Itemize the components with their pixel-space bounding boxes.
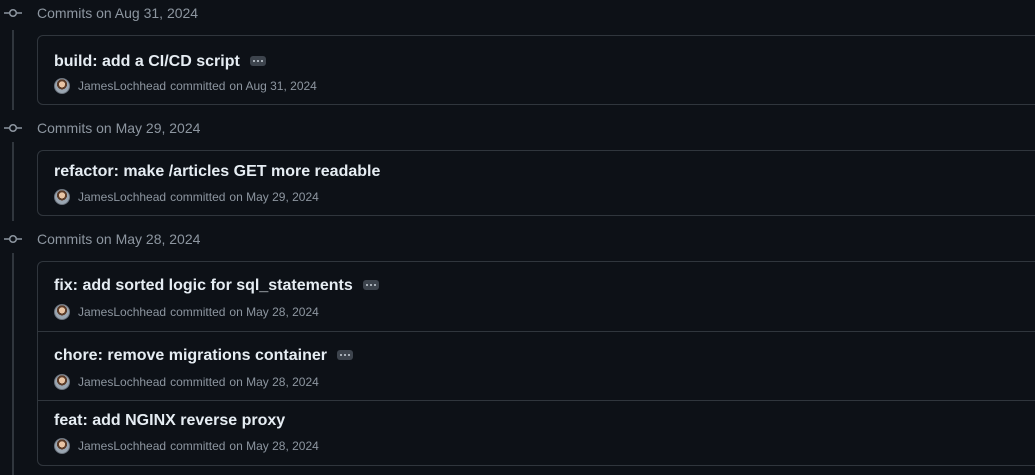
commit-date[interactable]: on May 28, 2024 — [229, 438, 318, 454]
commit-meta: JamesLochhead committed on May 28, 2024 — [54, 304, 319, 320]
git-commit-icon — [4, 234, 22, 244]
commit-list: refactor: make /articles GET more readab… — [37, 150, 1035, 216]
commit-row[interactable]: build: add a CI/CD script JamesLochhead … — [38, 36, 1035, 104]
timeline-line — [12, 142, 14, 221]
commit-date[interactable]: on May 29, 2024 — [229, 189, 318, 205]
commit-message-wrap: build: add a CI/CD script — [54, 52, 266, 72]
commit-message-wrap: feat: add NGINX reverse proxy — [54, 411, 285, 431]
avatar[interactable] — [54, 438, 70, 454]
commit-row[interactable]: fix: add sorted logic for sql_statements… — [38, 262, 1035, 331]
commit-timeline: Commits on Aug 31, 2024 build: add a CI/… — [0, 0, 1035, 475]
commit-meta: JamesLochhead committed on Aug 31, 2024 — [54, 78, 317, 94]
commit-row[interactable]: refactor: make /articles GET more readab… — [38, 151, 1035, 215]
commit-meta: JamesLochhead committed on May 28, 2024 — [54, 374, 319, 390]
commit-meta: JamesLochhead committed on May 28, 2024 — [54, 438, 319, 454]
commit-action: committed — [170, 190, 226, 204]
ellipsis-icon[interactable] — [362, 280, 379, 290]
commit-message-wrap: chore: remove migrations container — [54, 346, 353, 366]
timeline-line — [12, 253, 14, 475]
commit-message-link[interactable]: chore: remove migrations container — [54, 346, 327, 366]
commit-action: committed — [170, 305, 226, 319]
avatar[interactable] — [54, 304, 70, 320]
commit-message-wrap: refactor: make /articles GET more readab… — [54, 162, 380, 182]
avatar[interactable] — [54, 78, 70, 94]
ellipsis-icon[interactable] — [249, 56, 266, 66]
commit-date[interactable]: on Aug 31, 2024 — [229, 78, 316, 94]
timeline-line — [12, 30, 14, 110]
commit-group-title: Commits on Aug 31, 2024 — [37, 5, 199, 21]
commit-meta: JamesLochhead committed on May 29, 2024 — [54, 189, 319, 205]
commit-row[interactable]: feat: add NGINX reverse proxy JamesLochh… — [38, 400, 1035, 465]
commit-message-wrap: fix: add sorted logic for sql_statements — [54, 276, 379, 296]
avatar[interactable] — [54, 374, 70, 390]
author-link[interactable]: JamesLochhead — [78, 438, 166, 454]
commit-message-link[interactable]: refactor: make /articles GET more readab… — [54, 162, 380, 182]
commit-row[interactable]: chore: remove migrations container James… — [38, 331, 1035, 400]
commit-action: committed — [170, 79, 226, 93]
author-link[interactable]: JamesLochhead — [78, 374, 166, 390]
commit-list: fix: add sorted logic for sql_statements… — [37, 261, 1035, 466]
git-commit-icon — [4, 8, 22, 18]
commit-list: build: add a CI/CD script JamesLochhead … — [37, 35, 1035, 105]
commit-message-link[interactable]: fix: add sorted logic for sql_statements — [54, 276, 353, 296]
commit-action: committed — [170, 439, 226, 453]
commit-message-link[interactable]: build: add a CI/CD script — [54, 52, 240, 72]
commit-group-title: Commits on May 28, 2024 — [37, 231, 201, 247]
commit-message-link[interactable]: feat: add NGINX reverse proxy — [54, 411, 285, 431]
ellipsis-icon[interactable] — [336, 350, 353, 360]
author-link[interactable]: JamesLochhead — [78, 78, 166, 94]
avatar[interactable] — [54, 189, 70, 205]
author-link[interactable]: JamesLochhead — [78, 304, 166, 320]
commit-date[interactable]: on May 28, 2024 — [229, 304, 318, 320]
author-link[interactable]: JamesLochhead — [78, 189, 166, 205]
git-commit-icon — [4, 123, 22, 133]
commit-action: committed — [170, 375, 226, 389]
commit-date[interactable]: on May 28, 2024 — [229, 374, 318, 390]
commit-group-title: Commits on May 29, 2024 — [37, 120, 201, 136]
